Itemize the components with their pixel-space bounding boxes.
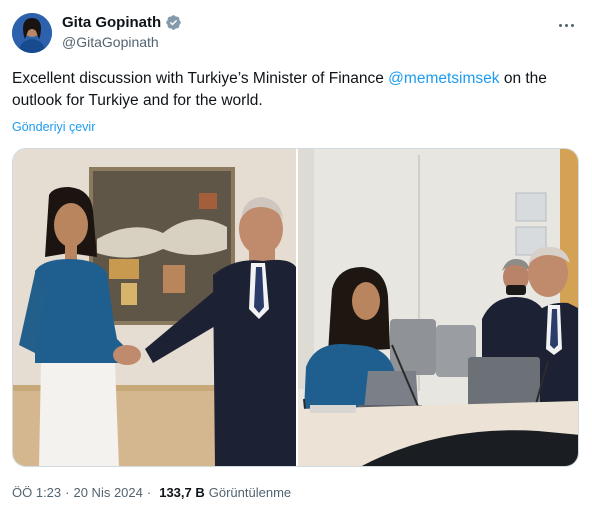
avatar[interactable] [12, 13, 52, 53]
views-count: 133,7 B [159, 485, 205, 500]
photo-handshake[interactable] [13, 149, 296, 466]
more-options-icon[interactable] [554, 16, 578, 34]
tweet-text: Excellent discussion with Turkiye’s Mini… [12, 68, 572, 112]
mention-link[interactable]: @memetsimsek [388, 70, 499, 87]
translate-link[interactable]: Gönderiyi çevir [12, 120, 95, 134]
handle[interactable]: @GitaGopinath [62, 34, 182, 50]
meta-separator-2: · [146, 485, 152, 500]
display-name[interactable]: Gita Gopinath [62, 14, 161, 31]
media-grid [12, 148, 579, 467]
tweet-date[interactable]: 20 Nis 2024 [73, 485, 142, 500]
author-block: Gita Gopinath @GitaGopinath [62, 14, 182, 50]
author-name-row[interactable]: Gita Gopinath [62, 14, 182, 31]
tweet-meta: ÖÖ 1:23 · 20 Nis 2024 · 133,7 B Görüntül… [12, 485, 291, 500]
meta-separator: · [65, 485, 70, 500]
tweet-time[interactable]: ÖÖ 1:23 [12, 485, 61, 500]
tweet-header: Gita Gopinath @GitaGopinath [12, 10, 582, 58]
tweet-text-before: Excellent discussion with Turkiye’s Mini… [12, 70, 389, 87]
views-label: Görüntülenme [208, 485, 292, 500]
verified-badge-icon [166, 15, 181, 30]
photo-meeting[interactable] [298, 149, 578, 466]
